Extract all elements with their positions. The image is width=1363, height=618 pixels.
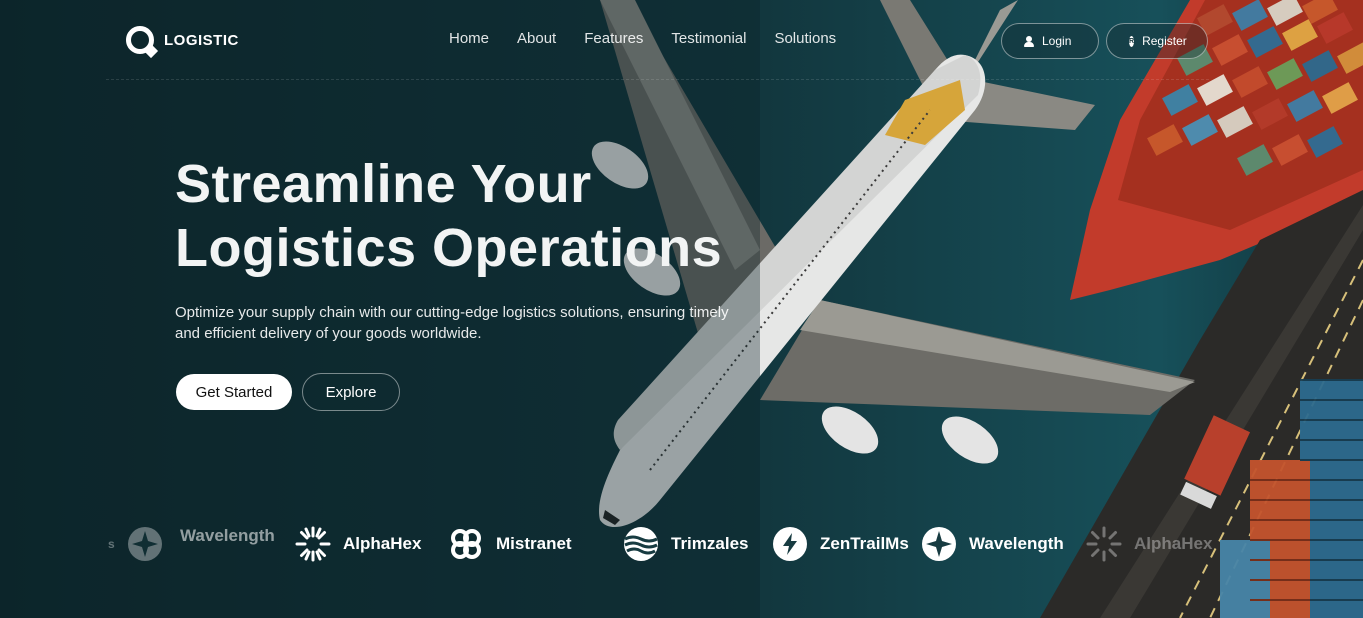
brand-name: Mistranet [496, 534, 572, 553]
brand-name: AlphaHex [1134, 534, 1213, 553]
brand-logo[interactable]: LOGISTIC [126, 26, 239, 54]
explore-button[interactable]: Explore [302, 373, 400, 411]
nav-link-testimonial[interactable]: Testimonial [671, 30, 746, 47]
partner-logo-strip: s Wavelength AlphaHex Mistranet Trimzale… [0, 522, 1363, 566]
main-menu: Home About Features Testimonial Solution… [449, 30, 836, 47]
nav-link-about[interactable]: About [517, 30, 556, 47]
brand-name: Trimzales [671, 534, 749, 553]
nav-link-solutions[interactable]: Solutions [774, 30, 836, 47]
logo-icon [126, 26, 154, 54]
sunburst-icon [295, 526, 331, 562]
waves-circle-icon [624, 527, 658, 561]
register-button[interactable]: R Register [1106, 23, 1208, 59]
brand-name: Wavelength [180, 526, 275, 545]
brand-name: Wavelength [969, 534, 1064, 553]
brand-item: s [108, 526, 163, 562]
hero-section: LOGISTIC Home About Features Testimonial… [0, 0, 1363, 618]
brand-item: AlphaHex [1086, 526, 1212, 562]
bolt-circle-icon [773, 527, 807, 561]
star-circle-icon [127, 527, 162, 561]
brand-item: Mistranet [448, 526, 572, 562]
register-icon: R [1129, 35, 1135, 47]
hero-headline: Streamline Your Logistics Operations [175, 152, 722, 280]
brand-item: Wavelength [180, 526, 275, 546]
sunburst-icon [1086, 526, 1122, 562]
clover-icon [451, 529, 481, 559]
hero-subtitle: Optimize your supply chain with our cutt… [175, 304, 729, 342]
logo-text: LOGISTIC [164, 31, 239, 49]
login-button[interactable]: Login [1001, 23, 1099, 59]
star-circle-icon [922, 527, 956, 561]
brand-name: AlphaHex [343, 534, 422, 553]
get-started-button[interactable]: Get Started [176, 374, 292, 410]
brand-item: ZenTrailMs [772, 526, 909, 562]
brand-name: s [108, 537, 115, 551]
brand-name: ZenTrailMs [820, 534, 909, 553]
hero-headline-line2: Logistics Operations [175, 218, 723, 278]
brand-item: Wavelength [921, 526, 1064, 562]
register-label: Register [1142, 34, 1187, 48]
brand-item: AlphaHex [295, 526, 421, 562]
hero-headline-line1: Streamline Your [175, 154, 592, 214]
brand-item: Trimzales [623, 526, 749, 562]
user-icon [1024, 35, 1034, 47]
login-label: Login [1042, 34, 1072, 48]
nav-link-home[interactable]: Home [449, 30, 489, 47]
nav-link-features[interactable]: Features [584, 30, 643, 47]
